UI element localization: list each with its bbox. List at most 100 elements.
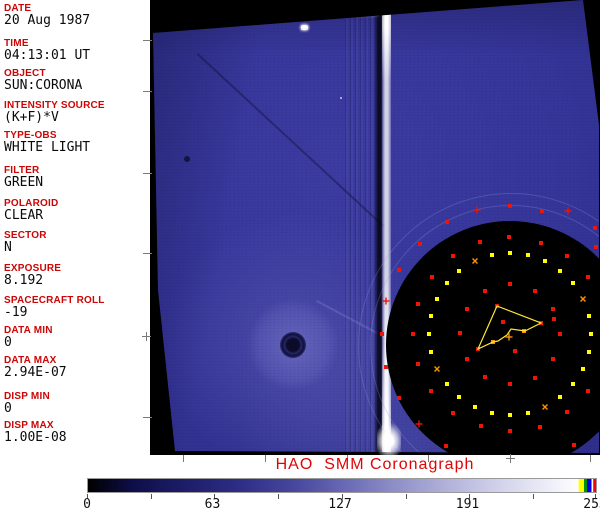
metadata-label: DATA MIN: [4, 325, 150, 336]
red-fiducial-dot: [586, 275, 590, 279]
red-fiducial-dot: [508, 282, 512, 286]
yellow-fiducial-dot: [429, 350, 433, 354]
metadata-entry: DATA MAX2.94E-07: [4, 355, 150, 380]
red-fiducial-dot: [483, 375, 487, 379]
colorbar-tick-label: 255: [575, 497, 600, 512]
colorbar-tick: [533, 494, 534, 499]
metadata-entry: DATA MIN0: [4, 325, 150, 350]
red-plus-mark: [416, 421, 423, 428]
orange-x-mark: [540, 402, 550, 412]
red-fiducial-dot: [479, 424, 483, 428]
fiducial-overlay: [150, 0, 600, 455]
yellow-fiducial-dot: [558, 269, 562, 273]
metadata-label: SECTOR: [4, 230, 150, 241]
metadata-entry: INTENSITY SOURCE(K+F)*V: [4, 100, 150, 125]
metadata-entry: EXPOSURE8.192: [4, 263, 150, 288]
red-fiducial-dot: [444, 444, 448, 448]
red-fiducial-dot: [418, 242, 422, 246]
red-fiducial-dot: [411, 332, 415, 336]
metadata-entry: TIME04:13:01 UT: [4, 38, 150, 63]
yellow-fiducial-dot: [571, 382, 575, 386]
colorbar-tick: [278, 494, 279, 499]
red-fiducial-dot: [551, 307, 555, 311]
yellow-fiducial-dot: [558, 395, 562, 399]
yellow-fiducial-dot: [587, 350, 591, 354]
red-fiducial-dot: [539, 241, 543, 245]
red-fiducial-dot: [538, 425, 542, 429]
red-fiducial-dot: [384, 365, 388, 369]
red-fiducial-dot: [508, 382, 512, 386]
yellow-fiducial-dot: [508, 413, 512, 417]
metadata-value: 1.00E-08: [4, 431, 150, 445]
colorbar-tick-label: 127: [320, 497, 360, 512]
left-axis-tick: [143, 253, 152, 254]
red-fiducial-dot: [533, 376, 537, 380]
metadata-entry: SECTORN: [4, 230, 150, 255]
yellow-fiducial-dot: [429, 314, 433, 318]
yellow-fiducial-dot: [571, 281, 575, 285]
orange-x-mark: [432, 364, 442, 374]
yellow-fiducial-dot: [490, 253, 494, 257]
yellow-fiducial-dot: [587, 314, 591, 318]
metadata-entry: DISP MIN0: [4, 391, 150, 416]
metadata-entry: DISP MAX1.00E-08: [4, 420, 150, 445]
left-axis-tick: [143, 40, 152, 41]
red-plus-mark: [474, 207, 481, 214]
red-fiducial-dot: [508, 429, 512, 433]
yellow-fiducial-dot: [457, 269, 461, 273]
metadata-value: 2.94E-07: [4, 366, 150, 380]
colorbar-tick-label: 0: [67, 497, 107, 512]
metadata-entry: FILTERGREEN: [4, 165, 150, 190]
metadata-value: 20 Aug 1987: [4, 14, 150, 28]
red-fiducial-dot: [416, 302, 420, 306]
metadata-value: 0: [4, 336, 150, 350]
red-fiducial-dot: [586, 389, 590, 393]
colorbar-tick: [151, 494, 152, 499]
left-axis-tick: [143, 173, 152, 174]
axis-plus-mark: [142, 332, 151, 341]
metadata-entry: SPACECRAFT ROLL-19: [4, 295, 150, 320]
coronagraph-image: [150, 0, 600, 455]
metadata-value: GREEN: [4, 176, 150, 190]
metadata-value: WHITE LIGHT: [4, 141, 150, 155]
yellow-fiducial-dot: [490, 411, 494, 415]
orange-x-mark: [578, 294, 588, 304]
colorbar-tick-label: 191: [448, 497, 488, 512]
red-fiducial-dot: [594, 245, 598, 249]
yellow-fiducial-dot: [445, 281, 449, 285]
red-fiducial-dot: [465, 357, 469, 361]
metadata-value: 04:13:01 UT: [4, 49, 150, 63]
sun-center-mark: [506, 334, 513, 341]
metadata-value: (K+F)*V: [4, 111, 150, 125]
red-fiducial-dot: [430, 275, 434, 279]
red-fiducial-dot: [565, 410, 569, 414]
metadata-value: 0: [4, 402, 150, 416]
red-fiducial-dot: [451, 411, 455, 415]
red-fiducial-dot: [478, 240, 482, 244]
left-axis-tick: [143, 91, 152, 92]
red-fiducial-dot: [593, 226, 597, 230]
feature-polygon: [478, 306, 541, 349]
metadata-value: N: [4, 241, 150, 255]
colorbar-tick: [406, 494, 407, 499]
red-fiducial-dot: [540, 209, 544, 213]
yellow-fiducial-dot: [581, 367, 585, 371]
left-axis-tick: [143, 417, 152, 418]
yellow-fiducial-dot: [445, 382, 449, 386]
metadata-entry: TYPE-OBSWHITE LIGHT: [4, 130, 150, 155]
metadata-entry: POLAROIDCLEAR: [4, 198, 150, 223]
red-fiducial-dot: [533, 289, 537, 293]
metadata-value: SUN:CORONA: [4, 79, 150, 93]
red-fiducial-dot: [429, 389, 433, 393]
yellow-fiducial-dot: [508, 251, 512, 255]
red-fiducial-dot: [483, 289, 487, 293]
yellow-fiducial-dot: [435, 297, 439, 301]
red-fiducial-dot: [507, 235, 511, 239]
red-fiducial-dot: [558, 332, 562, 336]
metadata-entry: OBJECTSUN:CORONA: [4, 68, 150, 93]
red-fiducial-dot: [501, 320, 505, 324]
orange-x-mark: [470, 256, 480, 266]
red-fiducial-dot: [451, 254, 455, 258]
red-fiducial-dot: [397, 396, 401, 400]
metadata-value: CLEAR: [4, 209, 150, 223]
